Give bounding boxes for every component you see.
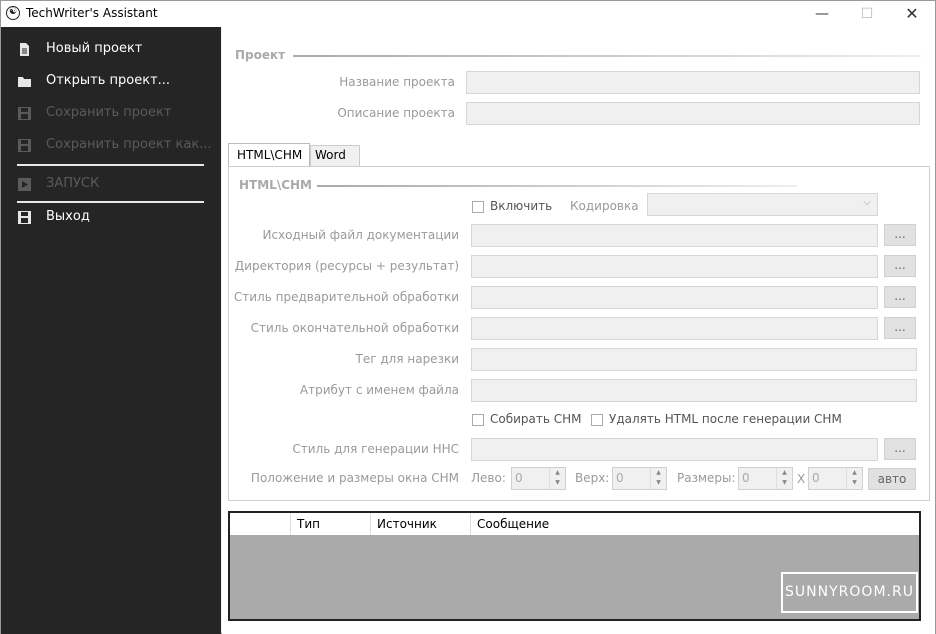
exit-icon [18, 211, 31, 224]
build-chm-checkbox[interactable] [472, 414, 484, 426]
column-header-message[interactable]: Сообщение [477, 517, 549, 531]
post-style-label: Стиль окончательной обработки [250, 321, 459, 335]
filename-attr-input[interactable] [471, 379, 917, 402]
size-label: Размеры: [677, 471, 736, 485]
chevron-down-icon: ⌵ [863, 197, 871, 208]
menu-run[interactable]: ЗАПУСК [1, 170, 221, 198]
main-panel: Проект Название проекта Описание проекта… [222, 27, 935, 634]
menu-label: Открыть проект... [46, 73, 171, 88]
title-bar: ☯ TechWriter's Assistant — ☐ ✕ [1, 1, 935, 27]
project-description-label: Описание проекта [337, 106, 455, 120]
chm-window-label: Положение и размеры окна CHM [250, 471, 459, 485]
yin-yang-icon: ☯ [6, 6, 20, 20]
height-value: 0 [812, 471, 820, 485]
column-divider [290, 513, 291, 535]
top-value: 0 [616, 471, 624, 485]
enable-label: Включить [490, 199, 553, 213]
delete-html-checkbox[interactable] [591, 414, 603, 426]
close-button[interactable]: ✕ [889, 1, 935, 27]
sidebar-divider [17, 164, 204, 166]
directory-input[interactable] [471, 255, 878, 278]
hhc-style-label: Стиль для генерации HHC [292, 442, 459, 456]
menu-label: Выход [46, 209, 90, 224]
auto-button[interactable]: авто [868, 468, 916, 490]
menu-save-project[interactable]: Сохранить проект [1, 99, 221, 127]
play-icon [18, 178, 31, 191]
column-header-source[interactable]: Источник [377, 517, 437, 531]
left-value: 0 [515, 471, 523, 485]
delete-html-label: Удалять HTML после генерации CHM [609, 412, 842, 426]
menu-new-project[interactable]: Новый проект [1, 35, 221, 63]
tab-word[interactable]: Word [310, 145, 360, 166]
source-file-label: Исходный файл документации [262, 228, 459, 242]
window-title: TechWriter's Assistant [26, 6, 158, 20]
filename-attr-label: Атрибут с именем файла [299, 383, 459, 397]
html-chm-panel: HTML\CHM Включить Кодировка ⌵ Исходный ф… [228, 166, 930, 501]
column-divider [370, 513, 371, 535]
width-spinner[interactable]: 0 ▲ ▼ [738, 467, 793, 490]
spinner-arrows-icon[interactable]: ▲ ▼ [650, 468, 666, 489]
post-style-input[interactable] [471, 317, 878, 340]
menu-label: Сохранить проект как... [46, 137, 212, 152]
tab-html-chm[interactable]: HTML\CHM [228, 143, 310, 167]
pre-style-label: Стиль предварительной обработки [233, 290, 459, 304]
height-spinner[interactable]: 0 ▲ ▼ [808, 467, 863, 490]
spinner-arrows-icon[interactable]: ▲ ▼ [846, 468, 862, 489]
maximize-button[interactable]: ☐ [844, 1, 890, 27]
minimize-button[interactable]: — [799, 1, 845, 27]
left-spinner[interactable]: 0 ▲ ▼ [511, 467, 566, 490]
section-divider [293, 55, 921, 57]
hhc-style-browse-button[interactable]: ... [884, 438, 916, 460]
times-label: X [797, 472, 806, 486]
project-name-label: Название проекта [339, 75, 455, 89]
pre-style-browse-button[interactable]: ... [884, 286, 916, 308]
width-value: 0 [742, 471, 750, 485]
pre-style-input[interactable] [471, 286, 878, 309]
save-icon [18, 107, 31, 120]
top-label: Верх: [575, 471, 610, 485]
hhc-style-input[interactable] [471, 438, 878, 461]
watermark: SUNNYROOM.RU [781, 572, 918, 613]
section-divider [317, 185, 797, 187]
encoding-select[interactable]: ⌵ [647, 193, 878, 216]
menu-label: ЗАПУСК [46, 176, 100, 191]
column-header-type[interactable]: Тип [297, 517, 320, 531]
enable-checkbox[interactable] [472, 201, 484, 213]
project-section-title: Проект [235, 48, 286, 62]
left-label: Лево: [471, 471, 506, 485]
source-file-input[interactable] [471, 224, 878, 247]
project-name-input[interactable] [466, 71, 920, 94]
top-spinner[interactable]: 0 ▲ ▼ [612, 467, 667, 490]
spinner-arrows-icon[interactable]: ▲ ▼ [776, 468, 792, 489]
directory-browse-button[interactable]: ... [884, 255, 916, 277]
source-file-browse-button[interactable]: ... [884, 224, 916, 246]
post-style-browse-button[interactable]: ... [884, 317, 916, 339]
sidebar: Новый проект Открыть проект... Сохранить… [1, 27, 221, 634]
build-chm-label: Собирать CHM [490, 412, 582, 426]
menu-open-project[interactable]: Открыть проект... [1, 67, 221, 95]
save-as-icon [18, 139, 31, 152]
menu-label: Сохранить проект [46, 105, 172, 120]
menu-save-project-as[interactable]: Сохранить проект как... [1, 131, 221, 159]
split-tag-label: Тег для нарезки [355, 352, 459, 366]
app-window: ☯ TechWriter's Assistant — ☐ ✕ Новый про… [0, 0, 936, 634]
split-tag-input[interactable] [471, 348, 917, 371]
directory-label: Директория (ресурсы + результат) [234, 259, 459, 273]
project-description-input[interactable] [466, 102, 920, 125]
html-chm-section-title: HTML\CHM [239, 178, 312, 192]
menu-exit[interactable]: Выход [1, 203, 221, 231]
folder-icon [18, 77, 31, 87]
encoding-label: Кодировка [570, 199, 639, 213]
column-divider [470, 513, 471, 535]
menu-label: Новый проект [46, 41, 143, 56]
spinner-arrows-icon[interactable]: ▲ ▼ [549, 468, 565, 489]
log-table-header: Тип Источник Сообщение [230, 513, 919, 535]
new-file-icon [20, 43, 29, 56]
